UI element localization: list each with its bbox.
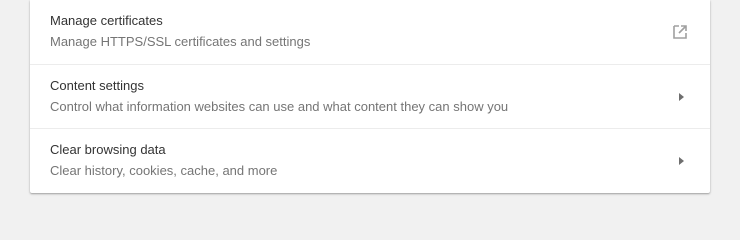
- manage-certificates-row[interactable]: Manage certificates Manage HTTPS/SSL cer…: [30, 0, 710, 64]
- manage-certificates-subtitle: Manage HTTPS/SSL certificates and settin…: [50, 34, 311, 49]
- manage-certificates-title: Manage certificates: [50, 13, 163, 28]
- arrow-right-icon[interactable]: [670, 87, 690, 107]
- settings-card: Manage certificates Manage HTTPS/SSL cer…: [30, 0, 710, 193]
- content-settings-title: Content settings: [50, 78, 144, 93]
- clear-browsing-data-row[interactable]: Clear browsing data Clear history, cooki…: [30, 128, 710, 192]
- open-in-new-icon[interactable]: [670, 22, 690, 42]
- clear-browsing-data-text: Clear browsing data Clear history, cooki…: [50, 142, 277, 179]
- arrow-right-icon[interactable]: [670, 151, 690, 171]
- content-settings-text: Content settings Control what informatio…: [50, 78, 508, 115]
- clear-browsing-data-title: Clear browsing data: [50, 142, 166, 157]
- content-settings-row[interactable]: Content settings Control what informatio…: [30, 64, 710, 128]
- content-settings-subtitle: Control what information websites can us…: [50, 99, 509, 114]
- clear-browsing-data-subtitle: Clear history, cookies, cache, and more: [50, 163, 278, 178]
- manage-certificates-text: Manage certificates Manage HTTPS/SSL cer…: [50, 13, 310, 50]
